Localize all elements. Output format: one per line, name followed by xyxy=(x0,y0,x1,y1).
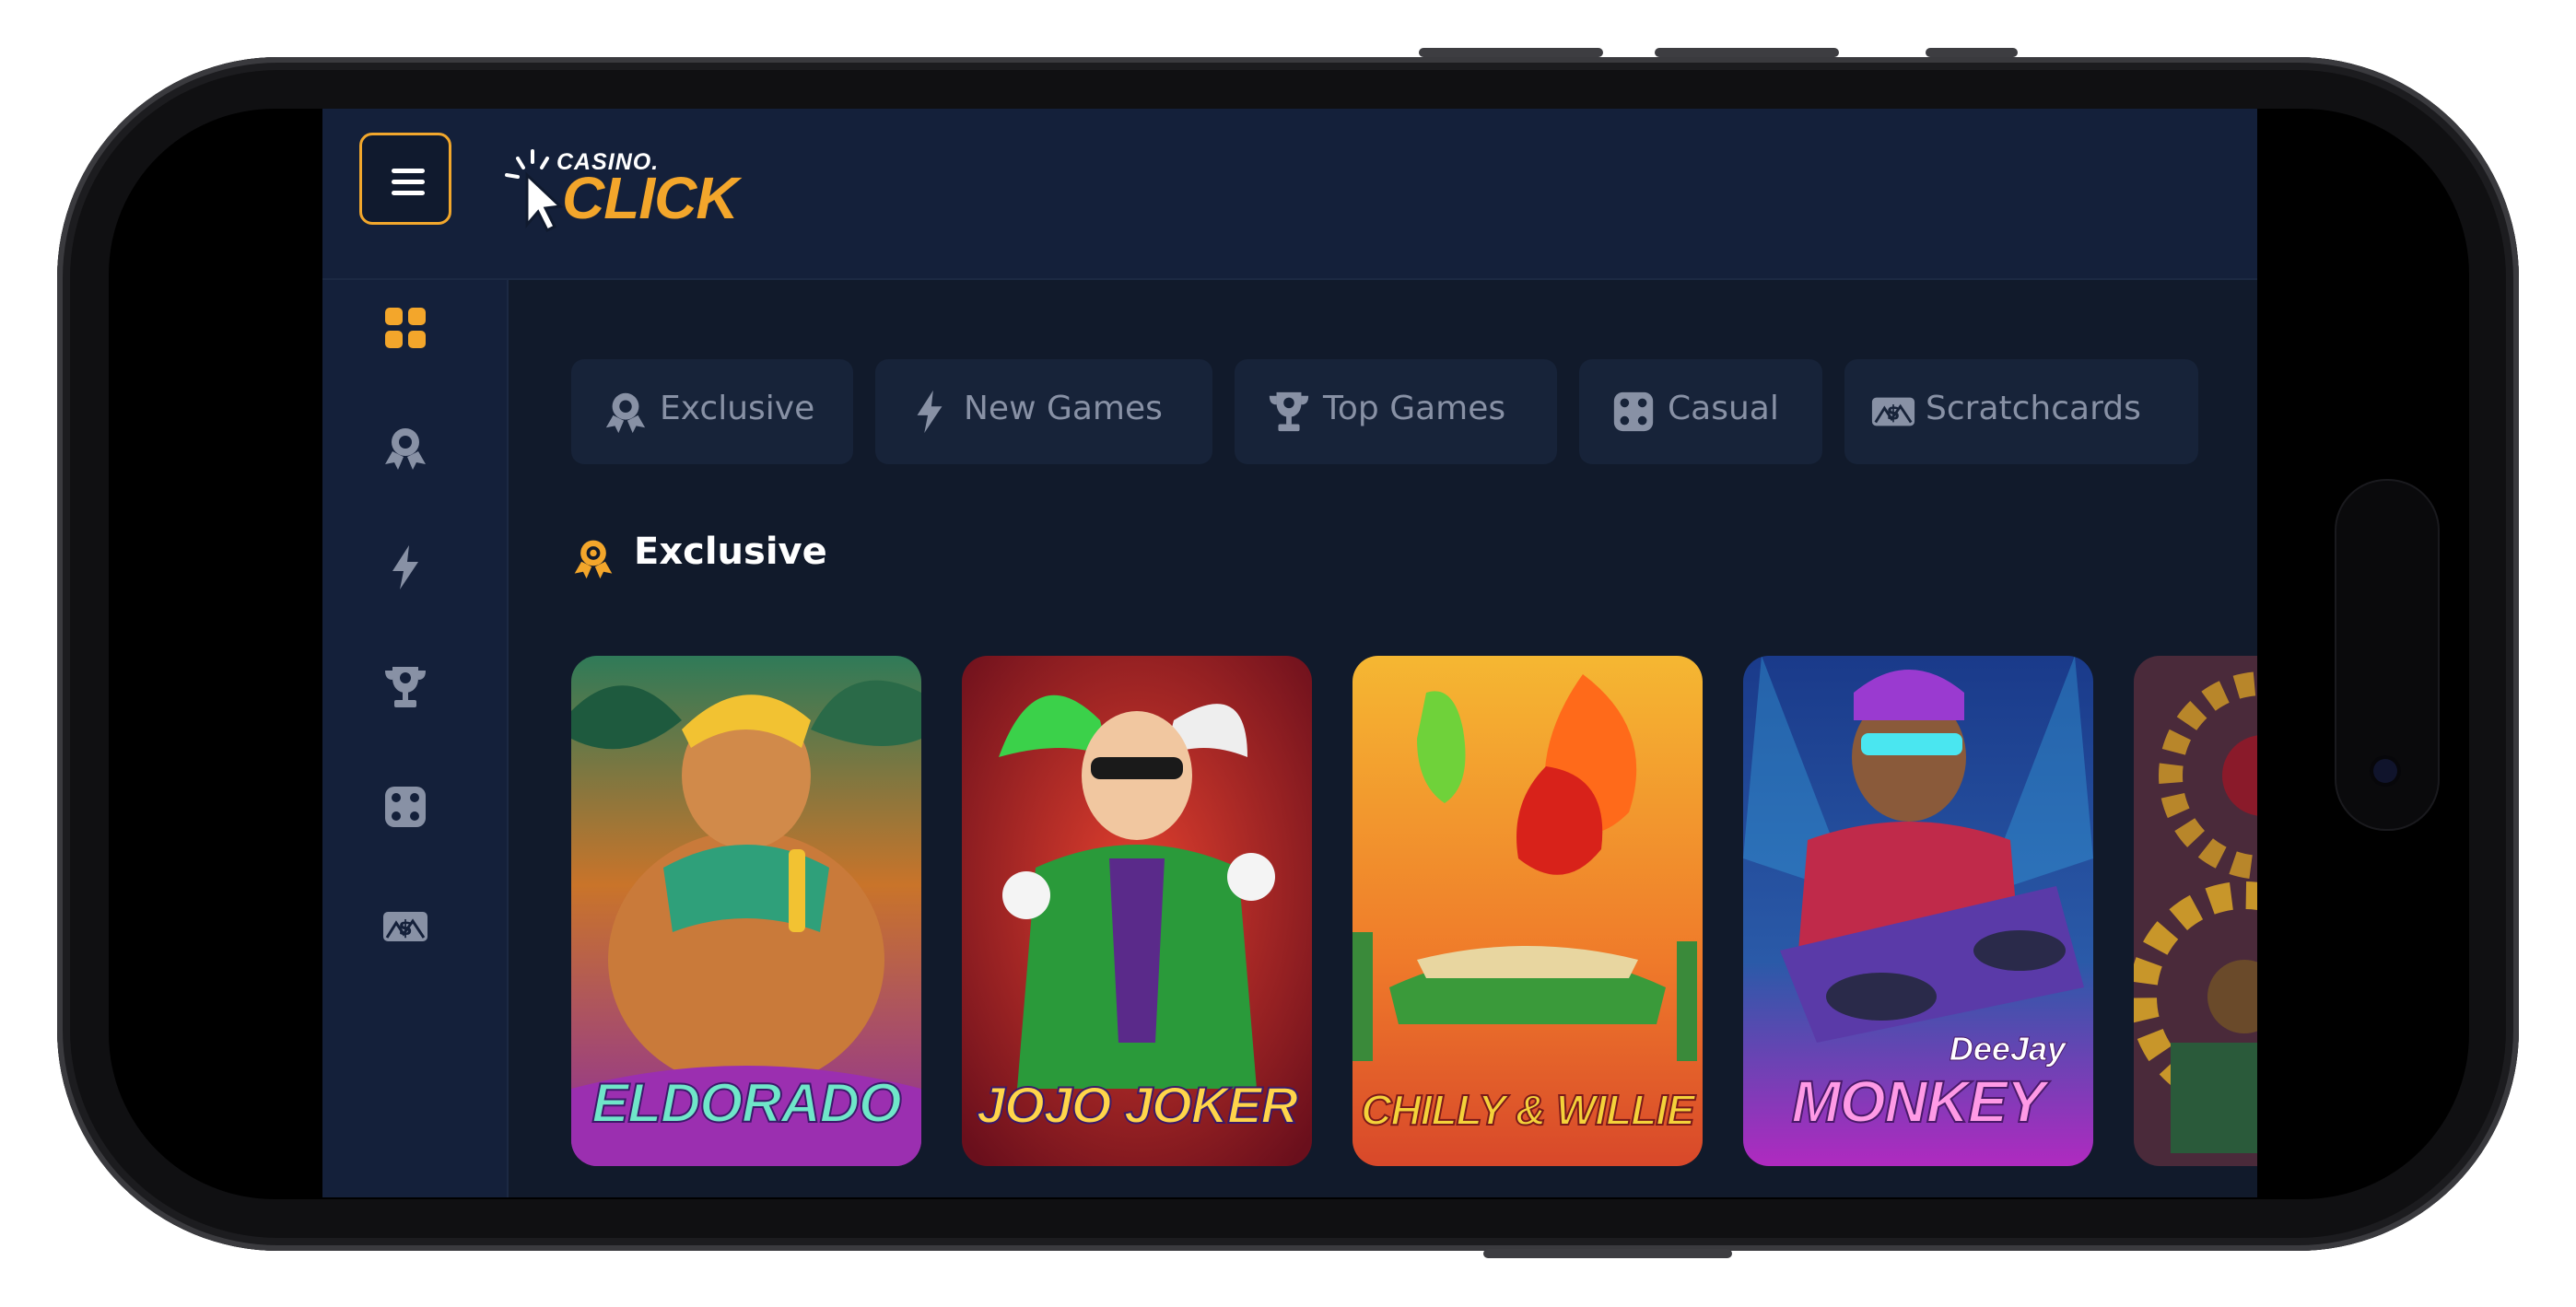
award-icon[interactable] xyxy=(381,424,429,472)
casino-app: CASINO. CLICK $ Exclusive New Games Top … xyxy=(322,109,2257,1197)
category-chip-exclusive[interactable]: Exclusive xyxy=(571,359,853,464)
game-art xyxy=(2134,656,2257,1166)
game-card-partial[interactable] xyxy=(2134,656,2257,1166)
dice-icon xyxy=(1610,389,1657,435)
scratchcard-icon[interactable]: $ xyxy=(381,903,429,951)
game-subtitle: DeeJay xyxy=(1949,1030,2066,1068)
category-label: Top Games xyxy=(1323,390,1506,427)
dice-icon[interactable] xyxy=(381,783,429,831)
game-title: ELDORADO xyxy=(591,1072,902,1134)
hamburger-icon-line xyxy=(392,191,425,195)
scratchcard-icon: $ xyxy=(1870,389,1916,435)
category-chip-top-games[interactable]: Top Games xyxy=(1235,359,1557,464)
game-title: JOJO JOKER xyxy=(976,1076,1299,1134)
game-card-deejay-monkey[interactable]: DeeJay MONKEY xyxy=(1743,656,2093,1166)
category-chip-casual[interactable]: Casual xyxy=(1579,359,1822,464)
category-label: New Games xyxy=(964,390,1163,427)
volume-down-button xyxy=(1655,48,1839,57)
sidebar: $ xyxy=(322,280,509,1197)
hamburger-icon-line xyxy=(392,180,425,184)
game-card-jojo-joker[interactable]: JOJO JOKER xyxy=(962,656,1312,1166)
casino-click-logo[interactable]: CASINO. CLICK xyxy=(505,138,781,232)
volume-up-button xyxy=(1419,48,1603,57)
category-label: Scratchcards xyxy=(1926,390,2141,427)
lightning-icon[interactable] xyxy=(381,543,429,591)
award-icon xyxy=(571,534,615,582)
game-title: CHILLY & WILLIE xyxy=(1360,1086,1696,1134)
game-title: MONKEY xyxy=(1791,1068,2047,1135)
menu-button[interactable] xyxy=(359,133,451,225)
action-button xyxy=(1926,48,2018,57)
logo-click-text: CLICK xyxy=(562,165,739,231)
top-bar: CASINO. CLICK xyxy=(322,109,2257,280)
game-card-eldorado[interactable]: ELDORADO xyxy=(571,656,921,1166)
front-camera xyxy=(2373,759,2397,783)
hamburger-icon xyxy=(392,169,425,173)
game-card-chilly-willie[interactable]: CHILLY & WILLIE xyxy=(1352,656,1703,1166)
lightning-icon xyxy=(907,389,953,435)
category-chip-new-games[interactable]: New Games xyxy=(875,359,1212,464)
category-label: Exclusive xyxy=(660,390,815,427)
trophy-icon[interactable] xyxy=(381,663,429,711)
power-button xyxy=(1483,1249,1732,1258)
category-label: Casual xyxy=(1668,390,1779,427)
grid-icon[interactable] xyxy=(381,304,429,352)
category-chip-scratchcards[interactable]: $ Scratchcards xyxy=(1844,359,2198,464)
award-icon xyxy=(603,389,649,435)
section-title: Exclusive xyxy=(634,531,827,573)
trophy-icon xyxy=(1266,389,1312,435)
